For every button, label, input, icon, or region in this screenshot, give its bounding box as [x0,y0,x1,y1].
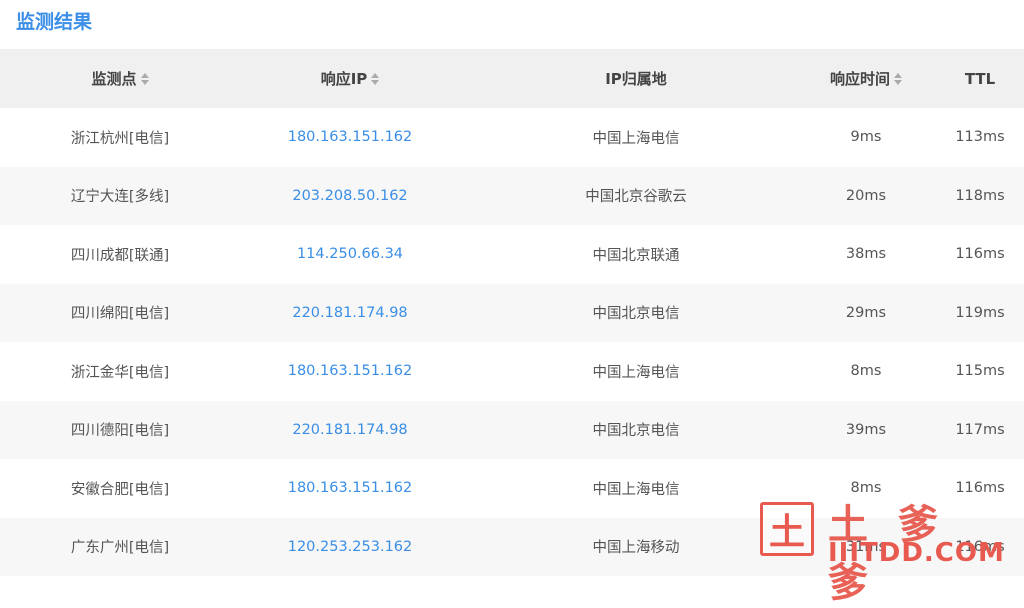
table-row: 浙江杭州[电信] 180.163.151.162 中国上海电信 9ms 113m… [0,108,1024,167]
cell-ttl: 115ms [955,363,1005,380]
table-row: 四川德阳[电信] 220.181.174.98 中国北京电信 39ms 117m… [0,400,1024,460]
results-table: 监测点 响应IP IP归属地 响应时间 TTL 浙江杭州[电信] 180.163… [0,49,1024,576]
cell-time: 38ms [845,246,887,263]
cell-ttl: 113ms [955,129,1005,146]
cell-ip-link[interactable]: 220.181.174.98 [240,401,460,460]
cell-ttl: 116ms [955,538,1005,555]
cell-node: 四川绵阳[电信] [70,306,170,323]
cell-time: 31ms [845,538,887,555]
cell-ttl: 118ms [955,187,1005,204]
column-header-location: IP归属地 [460,49,812,108]
cell-time: 9ms [850,129,882,146]
cell-node: 浙江杭州[电信] [70,130,170,147]
cell-ttl: 119ms [955,304,1005,321]
cell-time: 39ms [845,421,887,438]
cell-ip-link[interactable]: 114.250.66.34 [240,225,460,284]
cell-time: 8ms [850,363,882,380]
cell-node: 四川成都[联通] [70,247,170,264]
column-header-label: TTL [964,69,996,88]
sort-icon[interactable] [371,72,380,85]
cell-node: 安徽合肥[电信] [70,481,170,498]
cell-location: 中国北京联通 [592,247,680,264]
cell-location: 中国北京谷歌云 [585,189,687,206]
sort-icon[interactable] [140,72,149,85]
page-title: 监测结果 [16,11,93,33]
sort-icon[interactable] [894,72,902,85]
cell-node: 四川德阳[电信] [70,423,170,440]
cell-location: 中国北京电信 [592,423,680,440]
cell-node: 辽宁大连[多线] [70,189,170,206]
cell-ttl: 116ms [955,480,1005,497]
column-header-time[interactable]: 响应时间 [812,49,920,108]
table-row: 四川成都[联通] 114.250.66.34 中国北京联通 38ms 116ms [0,225,1024,284]
table-header: 监测点 响应IP IP归属地 响应时间 TTL [0,49,1024,108]
cell-ip-link[interactable]: 180.163.151.162 [240,108,460,167]
table-row: 浙江金华[电信] 180.163.151.162 中国上海电信 8ms 115m… [0,342,1024,401]
cell-location: 中国上海电信 [592,130,680,147]
table-row: 四川绵阳[电信] 220.181.174.98 中国北京电信 29ms 119m… [0,283,1024,343]
cell-ip-link[interactable]: 120.253.253.162 [240,518,460,577]
cell-node: 浙江金华[电信] [70,364,170,381]
cell-time: 8ms [850,480,882,497]
cell-location: 中国上海移动 [592,540,680,557]
table-row: 辽宁大连[多线] 203.208.50.162 中国北京谷歌云 20ms 118… [0,166,1024,226]
cell-node: 广东广州[电信] [70,540,170,557]
cell-location: 中国上海电信 [592,364,680,381]
cell-ip-link[interactable]: 180.163.151.162 [240,342,460,401]
cell-ip-link[interactable]: 203.208.50.162 [240,167,460,226]
cell-ttl: 117ms [955,421,1005,438]
column-header-label: 响应时间 [829,70,890,88]
column-header-label: 响应IP [320,70,368,88]
table-row: 广东广州[电信] 120.253.253.162 中国上海移动 31ms 116… [0,517,1024,577]
cell-ip-link[interactable]: 180.163.151.162 [240,459,460,518]
cell-time: 29ms [845,304,887,321]
table-row: 安徽合肥[电信] 180.163.151.162 中国上海电信 8ms 116m… [0,459,1024,518]
cell-location: 中国上海电信 [592,481,680,498]
cell-location: 中国北京电信 [592,306,680,323]
cell-time: 20ms [845,187,887,204]
column-header-ip[interactable]: 响应IP [240,49,460,108]
column-header-label: 监测点 [91,70,137,88]
column-header-ttl: TTL [920,49,1024,108]
column-header-node[interactable]: 监测点 [0,49,240,108]
column-header-label: IP归属地 [605,70,667,88]
cell-ttl: 116ms [955,246,1005,263]
cell-ip-link[interactable]: 220.181.174.98 [240,284,460,343]
